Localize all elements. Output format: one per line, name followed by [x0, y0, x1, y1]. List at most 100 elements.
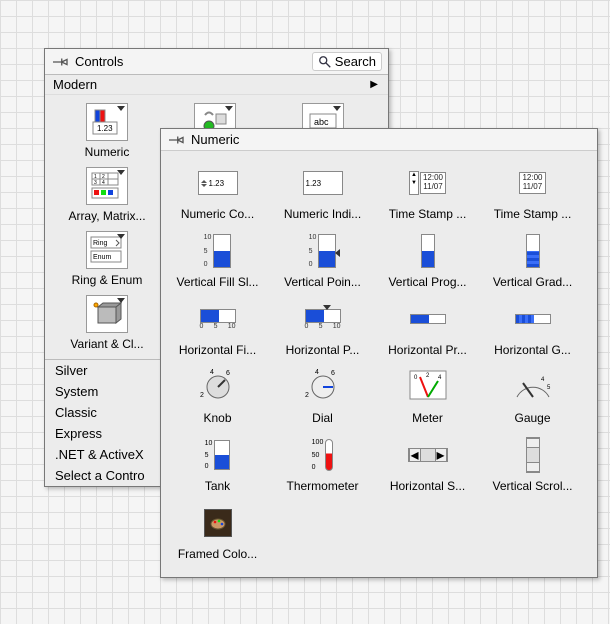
- hscroll-icon: ◂▸: [406, 435, 450, 475]
- numeric-item-label: Knob: [203, 411, 231, 425]
- ring-enum-icon: Ring Enum: [90, 236, 124, 264]
- numeric-item-label: Framed Colo...: [178, 547, 257, 561]
- numeric-item-gauge[interactable]: 45 Gauge: [480, 363, 585, 431]
- numeric-item-label: Horizontal Pr...: [388, 343, 467, 357]
- palette-item-array[interactable]: 12 34 Array, Matrix...: [53, 165, 161, 229]
- numeric-item-label: Numeric Co...: [181, 207, 254, 221]
- numeric-item-label: Vertical Scrol...: [492, 479, 572, 493]
- svg-text:2: 2: [200, 392, 204, 399]
- hpoint-icon: 0510: [301, 299, 345, 339]
- svg-text:1.23: 1.23: [97, 124, 113, 133]
- numeric-item-tank[interactable]: 1050 Tank: [165, 431, 270, 499]
- numeric-item-vpoint[interactable]: 1050 Vertical Poin...: [270, 227, 375, 295]
- colorbox-icon: [196, 503, 240, 543]
- numeric-item-ts-indicator[interactable]: 12:0011/07 Time Stamp ...: [480, 159, 585, 227]
- hprog-icon: [406, 299, 450, 339]
- ts-control-icon: ▲▼12:0011/07: [406, 163, 450, 203]
- numeric-item-label: Horizontal P...: [286, 343, 360, 357]
- numeric-item-label: Dial: [312, 411, 333, 425]
- numeric-grid: 1.23 Numeric Co... 1.23 Numeric Indi... ▲▼12…: [165, 159, 593, 567]
- numeric-item-label: Time Stamp ...: [494, 207, 572, 221]
- palette-item-label: Numeric: [85, 145, 130, 159]
- pin-icon[interactable]: [51, 55, 69, 69]
- numeric-item-ts-control[interactable]: ▲▼12:0011/07 Time Stamp ...: [375, 159, 480, 227]
- controls-title: Controls: [75, 54, 312, 69]
- category-modern[interactable]: Modern ▶: [45, 75, 388, 95]
- svg-text:3: 3: [94, 180, 97, 186]
- numeric-palette: Numeric 1.23 Numeric Co... 1.23 Numeric Ind…: [160, 128, 598, 578]
- numeric-item-hgrad[interactable]: Horizontal G...: [480, 295, 585, 363]
- numeric-item-label: Vertical Prog...: [388, 275, 466, 289]
- hgrad-icon: [511, 299, 555, 339]
- svg-text:4: 4: [102, 180, 105, 186]
- numeric-item-hfill[interactable]: 0510 Horizontal Fi...: [165, 295, 270, 363]
- numeric-item-vfill[interactable]: 1050 Vertical Fill Sl...: [165, 227, 270, 295]
- pin-icon[interactable]: [167, 133, 185, 147]
- palette-item-numeric[interactable]: 1.23 Numeric: [53, 101, 161, 165]
- palette-item-label: Array, Matrix...: [68, 209, 145, 223]
- vscroll-icon: [511, 435, 555, 475]
- search-label: Search: [335, 54, 376, 69]
- numeric-item-num-control[interactable]: 1.23 Numeric Co...: [165, 159, 270, 227]
- numeric-title: Numeric: [191, 132, 591, 147]
- numeric-item-label: Horizontal G...: [494, 343, 571, 357]
- numeric-item-label: Vertical Poin...: [284, 275, 361, 289]
- numeric-item-label: Gauge: [514, 411, 550, 425]
- vpoint-icon: 1050: [301, 231, 345, 271]
- controls-header: Controls Search: [45, 49, 388, 75]
- svg-text:2: 2: [305, 392, 309, 399]
- svg-text:6: 6: [331, 370, 335, 377]
- vgrad-icon: [511, 231, 555, 271]
- vprog-icon: [406, 231, 450, 271]
- svg-text:6: 6: [226, 370, 230, 377]
- tank-icon: 1050: [196, 435, 240, 475]
- svg-text:5: 5: [547, 385, 551, 391]
- numeric-item-hprog[interactable]: Horizontal Pr...: [375, 295, 480, 363]
- numeric-item-label: Meter: [412, 411, 443, 425]
- ts-indicator-icon: 12:0011/07: [511, 163, 555, 203]
- palette-item-label: Variant & Cl...: [70, 337, 143, 351]
- numeric-item-colorbox[interactable]: Framed Colo...: [165, 499, 270, 567]
- numeric-item-label: Time Stamp ...: [389, 207, 467, 221]
- hfill-icon: 0510: [196, 299, 240, 339]
- meter-icon: 024: [406, 367, 450, 407]
- numeric-header: Numeric: [161, 129, 597, 151]
- numeric-item-label: Numeric Indi...: [284, 207, 361, 221]
- numeric-item-label: Tank: [205, 479, 230, 493]
- knob-icon: 2 4 6: [196, 367, 240, 407]
- num-indicator-icon: 1.23: [301, 163, 345, 203]
- numeric-item-label: Vertical Fill Sl...: [176, 275, 258, 289]
- numeric-item-meter[interactable]: 024 Meter: [375, 363, 480, 431]
- numeric-item-vgrad[interactable]: Vertical Grad...: [480, 227, 585, 295]
- numeric-icon: 1.23: [92, 108, 122, 136]
- numeric-item-knob[interactable]: 2 4 6 Knob: [165, 363, 270, 431]
- category-label: Modern: [53, 77, 97, 92]
- svg-text:Enum: Enum: [93, 254, 111, 261]
- num-control-icon: 1.23: [196, 163, 240, 203]
- numeric-item-label: Horizontal Fi...: [179, 343, 256, 357]
- numeric-item-dial[interactable]: 2 4 6 Dial: [270, 363, 375, 431]
- chevron-right-icon: ▶: [370, 79, 378, 90]
- palette-item-label: Ring & Enum: [72, 273, 143, 287]
- svg-text:abc: abc: [314, 117, 329, 127]
- numeric-item-vprog[interactable]: Vertical Prog...: [375, 227, 480, 295]
- numeric-item-label: Thermometer: [286, 479, 358, 493]
- numeric-item-hscroll[interactable]: ◂▸ Horizontal S...: [375, 431, 480, 499]
- palette-item-ring-enum[interactable]: Ring Enum Ring & Enum: [53, 229, 161, 293]
- numeric-item-num-indicator[interactable]: 1.23 Numeric Indi...: [270, 159, 375, 227]
- svg-text:4: 4: [541, 377, 545, 383]
- palette-item-variant[interactable]: Variant & Cl...: [53, 293, 161, 357]
- array-icon: 12 34: [91, 172, 123, 200]
- variant-icon: [92, 301, 122, 327]
- therm-icon: 100500: [301, 435, 345, 475]
- numeric-item-therm[interactable]: 100500 Thermometer: [270, 431, 375, 499]
- svg-text:4: 4: [315, 369, 319, 376]
- search-button[interactable]: Search: [312, 52, 382, 71]
- numeric-item-label: Horizontal S...: [390, 479, 465, 493]
- vfill-icon: 1050: [196, 231, 240, 271]
- numeric-item-hpoint[interactable]: 0510 Horizontal P...: [270, 295, 375, 363]
- numeric-item-vscroll[interactable]: Vertical Scrol...: [480, 431, 585, 499]
- search-icon: [318, 55, 332, 69]
- dial-icon: 2 4 6: [301, 367, 345, 407]
- svg-text:4: 4: [210, 369, 214, 376]
